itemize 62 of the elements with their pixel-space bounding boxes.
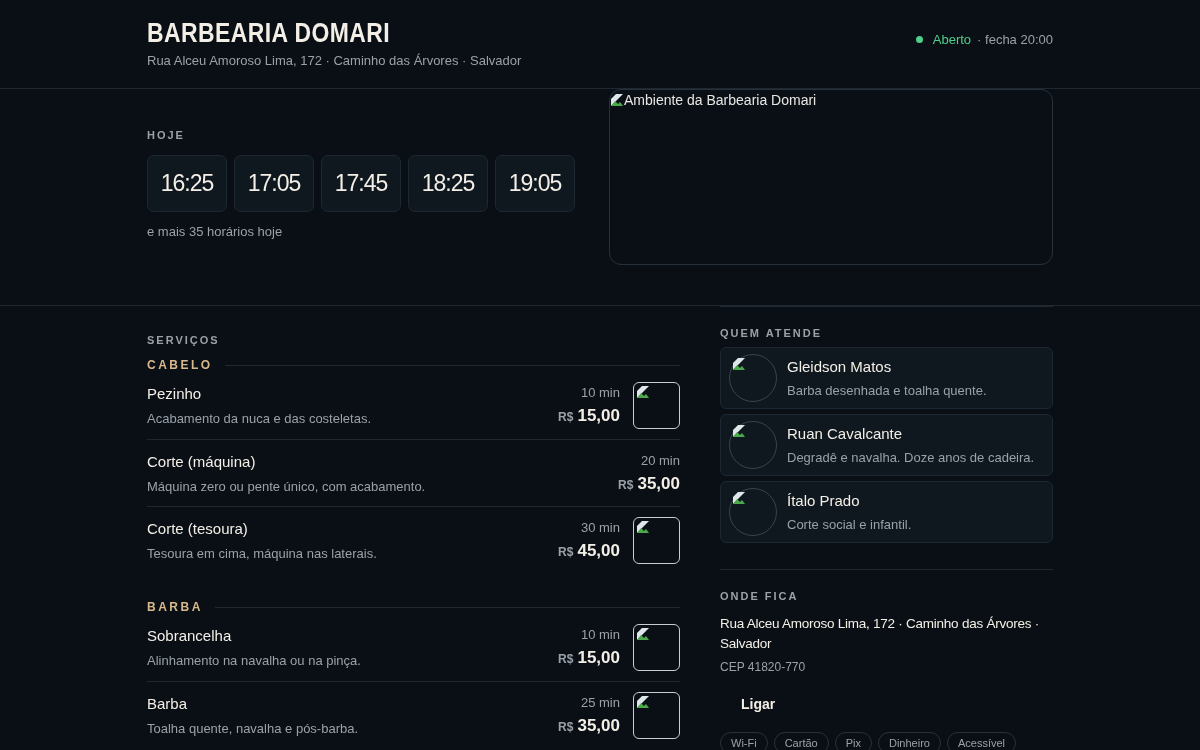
broken-image-icon (732, 357, 746, 371)
currency-label: R$ (618, 477, 634, 492)
broken-image-icon (732, 491, 746, 505)
category-label: CABELO (147, 358, 213, 372)
time-slot-button[interactable]: 19:05 (495, 155, 575, 212)
barber-card[interactable]: Ítalo Prado Corte social e infantil. (720, 481, 1053, 543)
barber-card[interactable]: Gleidson Matos Barba desenhada e toalha quente. (720, 347, 1053, 409)
time-slot-button[interactable]: 17:45 (321, 155, 401, 212)
service-price: 15,00 (577, 648, 620, 668)
status-label: Aberto (932, 32, 972, 47)
section-label: SERVIÇOS (147, 334, 221, 346)
postal-code: CEP 41820-770 (720, 660, 807, 674)
service-name: Sobrancelha (147, 627, 233, 644)
section-label: QUEM ATENDE (720, 327, 824, 339)
barber-card[interactable]: Ruan Cavalcante Degradê e navalha. Doze anos de cadeira. (720, 414, 1053, 476)
image-alt-text: Ambiente da Barbearia Domari (624, 92, 817, 108)
service-duration: 30 min (580, 520, 620, 535)
service-duration: 10 min (580, 627, 620, 642)
service-price: 35,00 (577, 716, 620, 736)
closing-time: · fecha 20:00 (977, 32, 1053, 47)
service-price: 35,00 (637, 473, 680, 494)
broken-image-icon (636, 385, 650, 399)
service-name: Corte (máquina) (147, 452, 257, 470)
currency-label: R$ (558, 720, 574, 734)
section-label: HOJE (147, 129, 186, 141)
barber-bio: Barba desenhada e toalha quente. (787, 383, 987, 398)
service-duration: 10 min (580, 385, 620, 400)
service-price: 45,00 (577, 541, 620, 561)
broken-image-icon (636, 627, 650, 641)
barber-name: Ítalo Prado (787, 492, 861, 509)
barber-name: Gleidson Matos (787, 358, 893, 375)
service-description: Acabamento da nuca e das costeletas. (147, 411, 372, 426)
broken-image-icon (636, 520, 650, 534)
time-slot-button[interactable]: 18:25 (408, 155, 488, 212)
location-address: Rua Alceu Amoroso Lima, 172 · Caminho das Árvores · Salvador (720, 615, 1040, 653)
service-description: Tesoura em cima, máquina nas laterais. (147, 546, 377, 561)
service-name: Pezinho (147, 385, 203, 402)
service-duration: 20 min (640, 452, 680, 468)
time-slot-button[interactable]: 17:05 (234, 155, 314, 212)
barber-bio: Degradê e navalha. Doze anos de cadeira. (787, 450, 1035, 465)
service-name: Barba (147, 695, 189, 712)
call-button[interactable]: Ligar (720, 688, 797, 720)
service-description: Máquina zero ou pente único, com acabamento. (147, 478, 426, 494)
service-name: Corte (tesoura) (147, 520, 249, 537)
broken-image-icon (636, 695, 650, 709)
service-description: Alinhamento na navalha ou na pinça. (147, 653, 361, 668)
barber-name: Ruan Cavalcante (787, 425, 904, 442)
currency-label: R$ (558, 545, 574, 559)
currency-label: R$ (558, 652, 574, 666)
shop-title: BARBEARIA DOMARI (147, 18, 392, 49)
service-price: 15,00 (577, 406, 620, 426)
broken-image-icon (610, 93, 624, 107)
shop-address: Rua Alceu Amoroso Lima, 172 · Caminho das Árvores · Salvador (147, 53, 522, 68)
service-description: Toalha quente, navalha e pós-barba. (147, 721, 359, 736)
category-label: BARBA (147, 600, 203, 614)
currency-label: R$ (558, 410, 574, 424)
barber-bio: Corte social e infantil. (787, 517, 912, 532)
time-slot-button[interactable]: 16:25 (147, 155, 227, 212)
section-label: ONDE FICA (720, 590, 800, 602)
service-duration: 25 min (580, 695, 620, 710)
more-slots-text: e mais 35 horários hoje (147, 224, 284, 239)
broken-image-icon (732, 424, 746, 438)
